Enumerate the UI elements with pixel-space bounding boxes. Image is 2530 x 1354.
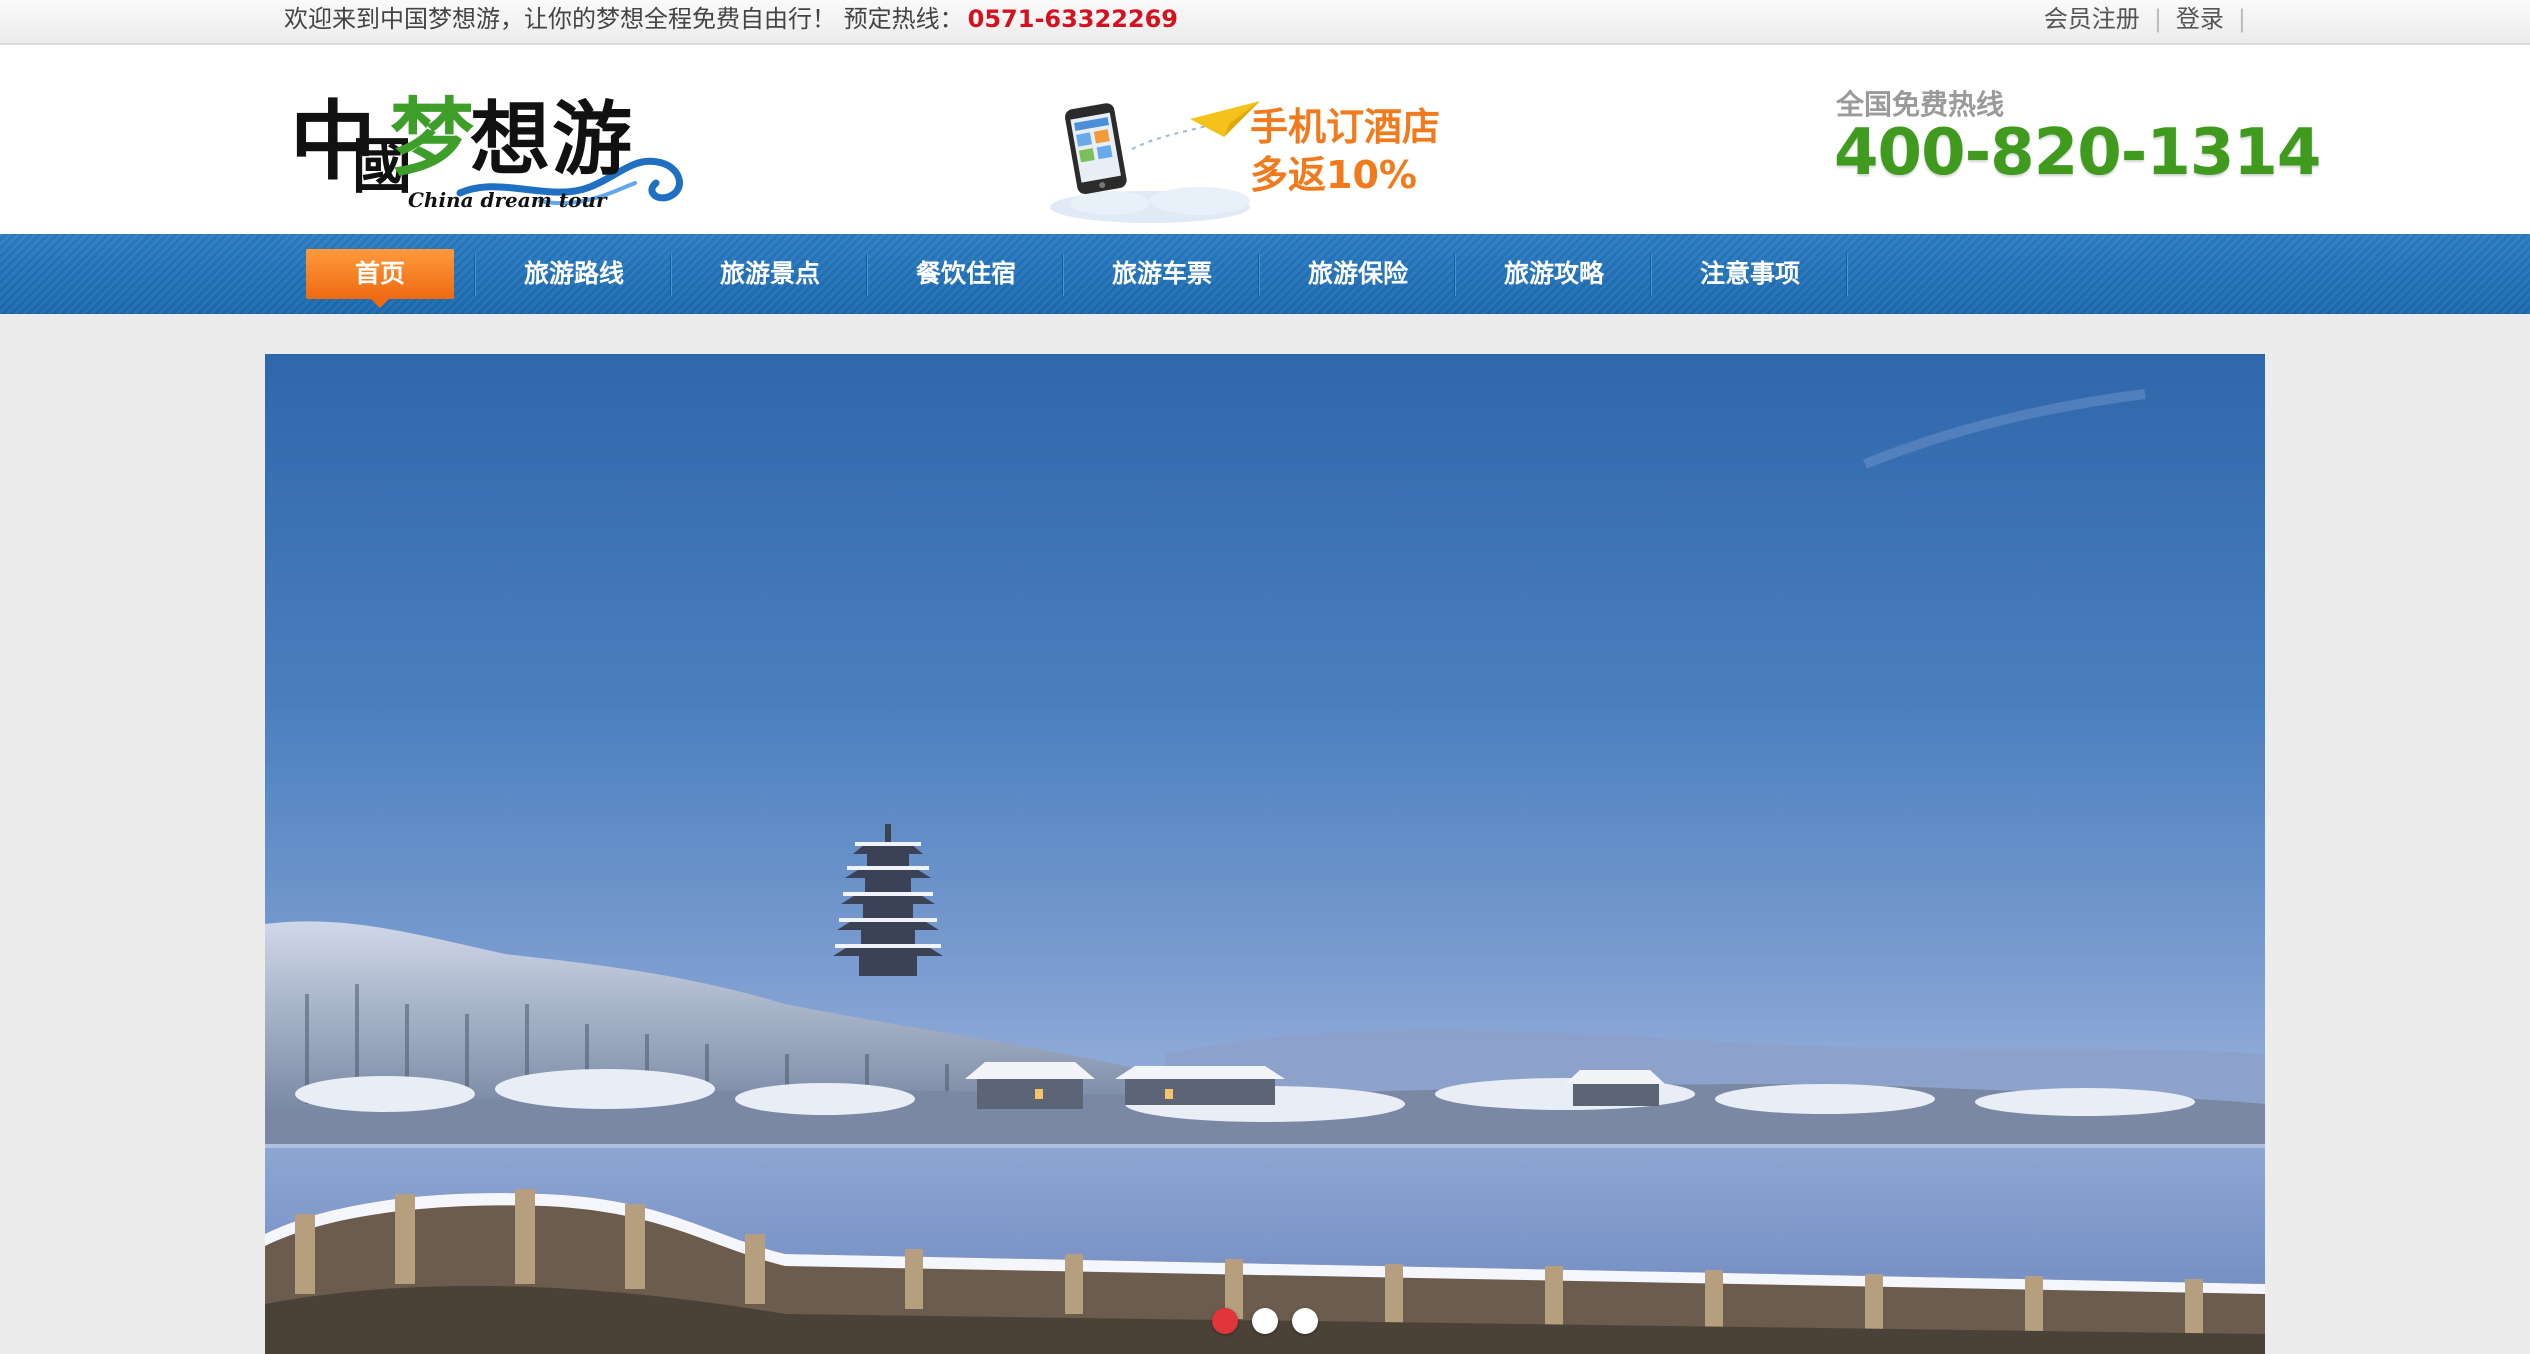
nav-item-dining-lodging[interactable]: 餐饮住宿	[868, 234, 1064, 314]
site-logo[interactable]: 中 國 梦 想 游 China dream tour	[290, 75, 690, 215]
nav-item-home[interactable]: 首页	[306, 234, 476, 314]
logo-english-text: China dream tour	[408, 188, 608, 212]
nav-item-travel-routes[interactable]: 旅游路线	[476, 234, 672, 314]
nav-item-label: 旅游攻略	[1503, 259, 1604, 288]
nav-item-label: 首页	[354, 259, 405, 288]
nav-item-travel-tickets[interactable]: 旅游车票	[1064, 234, 1260, 314]
link-separator: |	[2153, 5, 2162, 33]
nav-item-label: 旅游路线	[523, 259, 624, 288]
banner-image-west-lake-winter	[265, 389, 2265, 1354]
nav-item-label: 旅游保险	[1307, 259, 1408, 288]
hero-banner-slider[interactable]	[265, 354, 2265, 1354]
free-hotline-number: 400-820-1314	[1834, 116, 2321, 190]
welcome-message: 欢迎来到中国梦想游，让你的梦想全程免费自由行！ 预定热线： 0571-633222…	[284, 0, 1178, 40]
nav-item-label: 旅游车票	[1111, 259, 1212, 288]
main-nav: 首页 旅游路线 旅游景点 餐饮住宿 旅游车票 旅游保险 旅游攻略 注意事项	[0, 234, 2530, 314]
logo-char-xiang: 想	[470, 92, 550, 186]
site-header: 中 國 梦 想 游 China dream tour 手机订酒店 多返10% 全…	[0, 45, 2530, 234]
top-bar: 欢迎来到中国梦想游，让你的梦想全程免费自由行！ 预定热线： 0571-633222…	[0, 0, 2530, 45]
logo-graphic: 中 國 梦 想 游 China dream tour	[290, 88, 683, 212]
slider-dot-1[interactable]	[1212, 1308, 1238, 1334]
nav-item-scenic-spots[interactable]: 旅游景点	[672, 234, 868, 314]
nav-divider	[1846, 254, 1848, 296]
welcome-text: 欢迎来到中国梦想游，让你的梦想全程免费自由行！ 预定热线：	[284, 5, 964, 33]
nav-item-precautions[interactable]: 注意事项	[1652, 234, 1848, 314]
nav-item-travel-insurance[interactable]: 旅游保险	[1260, 234, 1456, 314]
booking-hotline-number: 0571-63322269	[967, 5, 1178, 33]
logo-char-you: 游	[552, 92, 632, 186]
slider-dot-2[interactable]	[1252, 1308, 1278, 1334]
register-link[interactable]: 会员注册	[2044, 5, 2140, 33]
login-link[interactable]: 登录	[2176, 5, 2224, 33]
slider-dot-3[interactable]	[1292, 1308, 1318, 1334]
slider-pagination	[265, 1308, 2265, 1334]
nav-item-label: 餐饮住宿	[915, 259, 1016, 288]
phone-icon	[1065, 103, 1127, 195]
promo-line-2: 多返10%	[1250, 153, 1417, 197]
link-separator: |	[2237, 5, 2246, 33]
account-links: 会员注册 | 登录 |	[2044, 0, 2246, 40]
logo-char-meng: 梦	[390, 88, 474, 187]
main-nav-list: 首页 旅游路线 旅游景点 餐饮住宿 旅游车票 旅游保险 旅游攻略 注意事项	[306, 234, 1848, 314]
nav-item-travel-guides[interactable]: 旅游攻略	[1456, 234, 1652, 314]
nav-item-label: 旅游景点	[719, 259, 820, 288]
mobile-booking-promo-text[interactable]: 手机订酒店 多返10%	[1250, 103, 1440, 199]
pagoda-illustration	[833, 824, 943, 976]
nav-item-label: 注意事项	[1699, 259, 1800, 288]
promo-line-1: 手机订酒店	[1250, 105, 1441, 149]
